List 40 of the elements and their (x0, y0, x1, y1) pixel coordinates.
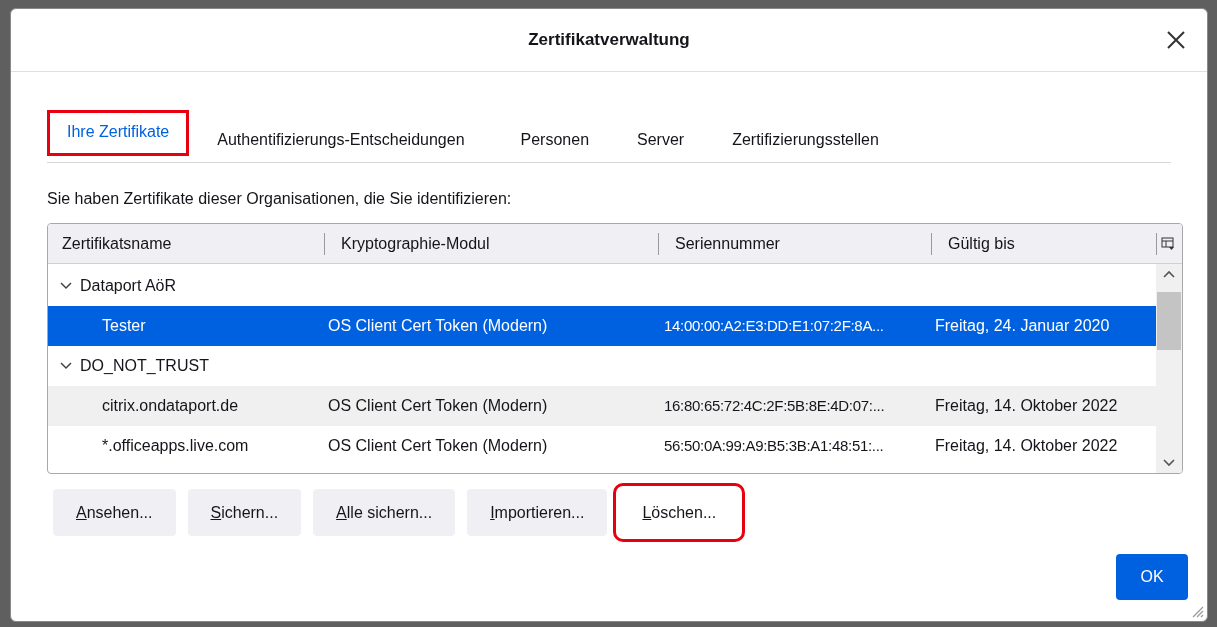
table-cell-text: OS Client Cert Token (Modern) (327, 316, 549, 336)
chevron-down-icon[interactable] (60, 362, 72, 370)
action-button[interactable]: Ansehen... (53, 489, 176, 536)
table-cell-text: citrix.ondataport.de (101, 396, 240, 416)
group-label: DO_NOT_TRUST (80, 356, 209, 376)
certificate-row[interactable]: Tester OS Client Cert Token (Modern) 14:00:00:A2:E3:DD:E1:07:2F:8A... Freitag, 24. Januar 2020 (48, 306, 1156, 346)
table-cell-text: OS Client Cert Token (Modern) (327, 436, 549, 456)
tab[interactable]: Server (617, 120, 705, 163)
action-button[interactable]: Importieren... (467, 489, 608, 536)
window-title: Zertifikatverwaltung (528, 29, 690, 52)
column-header[interactable]: Seriennummer (675, 231, 780, 256)
column-header[interactable]: Kryptographie-Modul (341, 231, 490, 256)
action-button[interactable]: Sichern... (187, 489, 302, 536)
tab[interactable]: Ihre Zertifikate (47, 110, 190, 156)
column-picker-icon[interactable] (1161, 236, 1175, 251)
tab[interactable]: Personen (500, 120, 610, 163)
scroll-down-icon[interactable] (1163, 459, 1175, 467)
tab[interactable]: Zertifizierungsstellen (712, 120, 899, 163)
scrollbar-thumb[interactable] (1157, 292, 1181, 350)
group-label: Dataport AöR (80, 276, 177, 296)
table-cell-text: 14:00:00:A2:E3:DD:E1:07:2F:8A... (663, 315, 885, 336)
column-header[interactable]: Zertifikatsname (62, 231, 172, 256)
table-cell-text: OS Client Cert Token (Modern) (327, 396, 549, 416)
table-cell-text: Freitag, 14. Oktober 2022 (934, 436, 1118, 456)
description-text: Sie haben Zertifikate dieser Organisationen, die Sie identifizieren: (47, 189, 513, 209)
tab[interactable]: Authentifizierungs-Entscheidungen (197, 120, 485, 163)
table-cell-text: 56:50:0A:99:A9:B5:3B:A1:48:51:... (663, 435, 885, 456)
table-cell-text: Freitag, 14. Oktober 2022 (934, 396, 1118, 416)
column-header[interactable]: Gültig bis (948, 231, 1015, 256)
table-cell-text: Freitag, 24. Januar 2020 (934, 316, 1110, 336)
scroll-up-icon[interactable] (1163, 270, 1175, 278)
table-cell-text: Tester (101, 316, 147, 336)
table-cell-text: *.officeapps.live.com (101, 436, 250, 456)
chevron-down-icon[interactable] (60, 282, 72, 290)
table-cell-text: 16:80:65:72:4C:2F:5B:8E:4D:07:... (663, 395, 886, 416)
action-button[interactable]: Alle sichern... (313, 489, 456, 536)
scrollbar[interactable] (1156, 264, 1182, 473)
ok-button[interactable]: OK (1116, 554, 1188, 600)
resize-grip-icon[interactable] (1190, 604, 1204, 618)
certificate-row[interactable]: citrix.ondataport.de OS Client Cert Token (Modern) 16:80:65:72:4C:2F:5B:8E:4D:07:... Freitag, 14. Oktober 2022 (48, 386, 1156, 426)
